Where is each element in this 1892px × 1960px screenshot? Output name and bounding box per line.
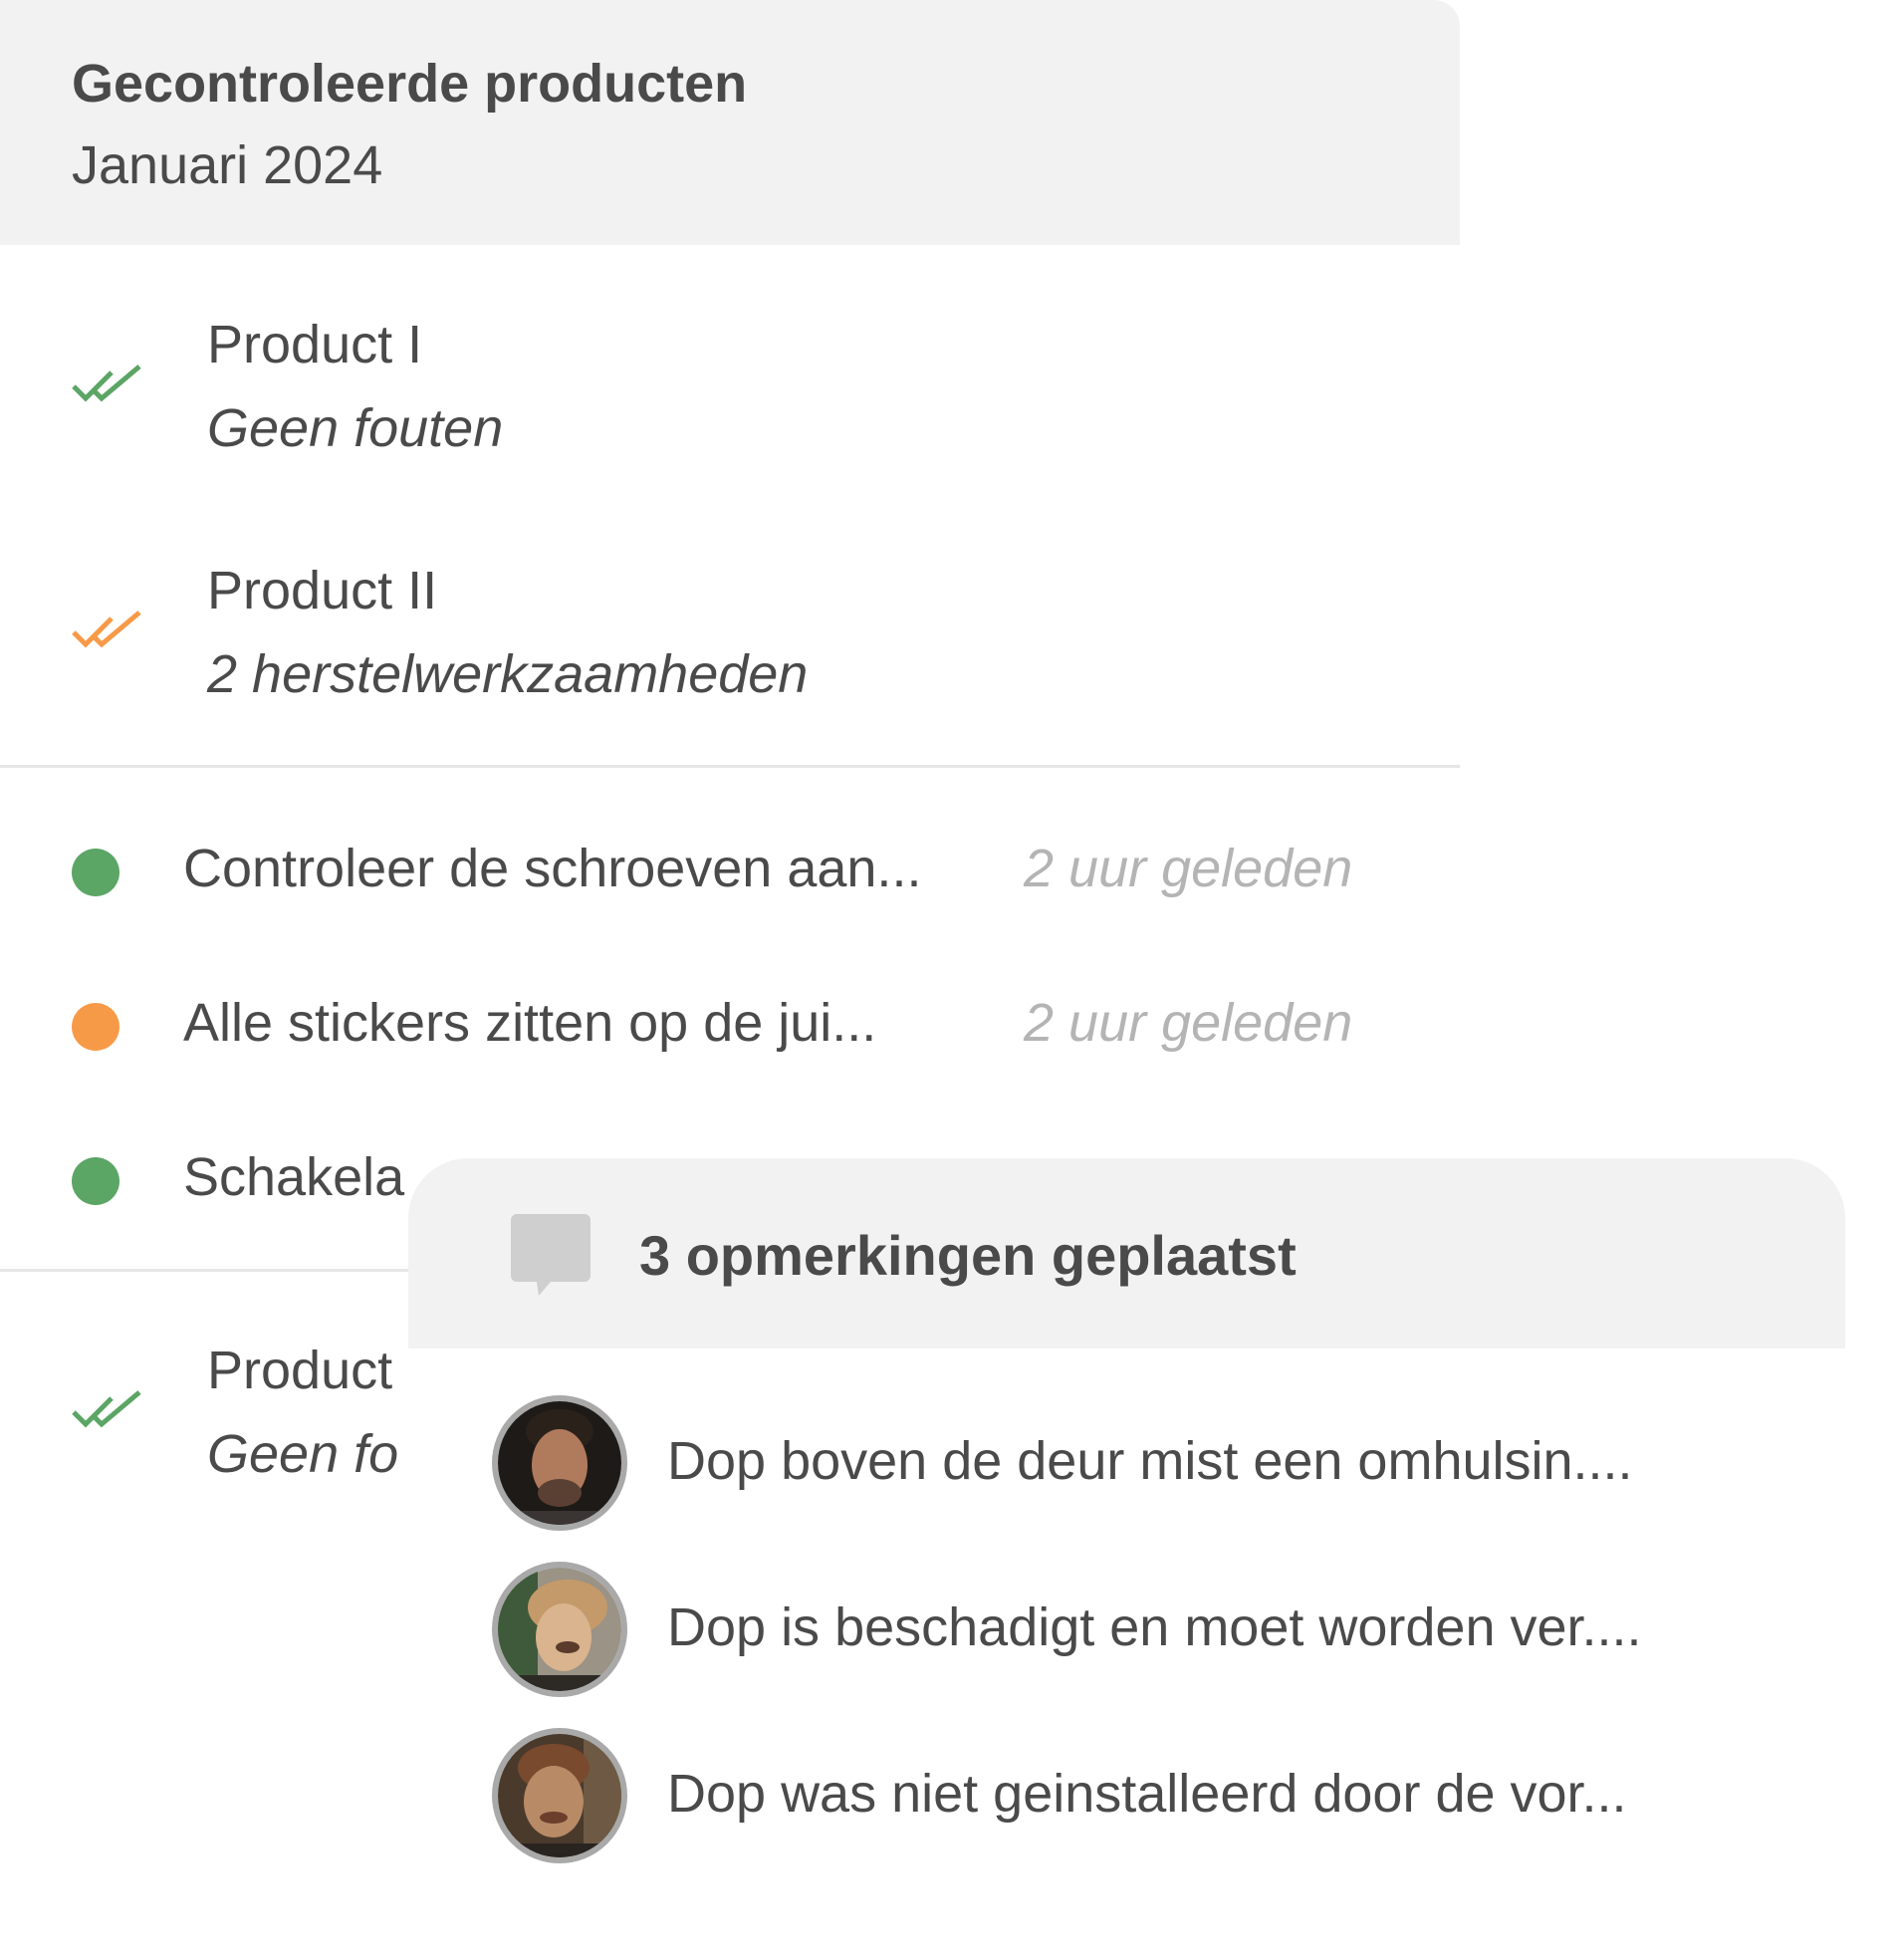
avatar — [492, 1562, 627, 1697]
task-text: Schakela — [183, 1147, 405, 1207]
double-check-icon — [72, 611, 141, 648]
status-dot — [72, 849, 119, 896]
product-status: Geen fo — [207, 1424, 399, 1484]
comment-text: Dop boven de deur mist een omhulsin.... — [667, 1431, 1633, 1491]
comment-text: Dop was niet geinstalleerd door de vor..… — [667, 1764, 1627, 1824]
comment-item[interactable]: Dop was niet geinstalleerd door de vor..… — [408, 1728, 1845, 1867]
double-check-icon — [72, 1390, 141, 1428]
avatar — [492, 1395, 627, 1531]
product-name: Product I — [207, 315, 423, 374]
popup-header: 3 opmerkingen geplaatst — [408, 1158, 1845, 1348]
product-item[interactable]: Product II 2 herstelwerkzaamheden — [0, 545, 1460, 744]
product-name: Product II — [207, 561, 438, 620]
task-item[interactable]: Controleer de schroeven aan... 2 uur gel… — [0, 829, 1460, 908]
double-check-icon — [72, 365, 141, 402]
comment-item[interactable]: Dop is beschadigt en moet worden ver.... — [408, 1562, 1845, 1701]
task-time: 2 uur geleden — [1024, 993, 1353, 1053]
comment-item[interactable]: Dop boven de deur mist een omhulsin.... — [408, 1395, 1845, 1535]
task-text: Alle stickers zitten op de jui... — [183, 993, 877, 1053]
task-time: 2 uur geleden — [1024, 839, 1353, 898]
status-dot — [72, 1003, 119, 1051]
popup-title: 3 opmerkingen geplaatst — [639, 1224, 1297, 1287]
product-item[interactable]: Product I Geen fouten — [0, 299, 1460, 498]
card-title: Gecontroleerde producten — [72, 54, 748, 114]
comment-icon — [511, 1214, 591, 1296]
card-header: Gecontroleerde producten Januari 2024 — [0, 0, 1460, 245]
card-subtitle: Januari 2024 — [72, 135, 383, 195]
task-text: Controleer de schroeven aan... — [183, 839, 922, 898]
product-status: Geen fouten — [207, 398, 504, 458]
task-item[interactable]: Alle stickers zitten op de jui... 2 uur … — [0, 983, 1460, 1063]
status-dot — [72, 1157, 119, 1205]
comment-text: Dop is beschadigt en moet worden ver.... — [667, 1597, 1642, 1657]
divider — [0, 765, 1460, 768]
comments-popup: 3 opmerkingen geplaatst Dop boven de deu… — [408, 1158, 1845, 1911]
product-name: Product — [207, 1341, 393, 1400]
product-status: 2 herstelwerkzaamheden — [207, 644, 809, 704]
avatar — [492, 1728, 627, 1863]
